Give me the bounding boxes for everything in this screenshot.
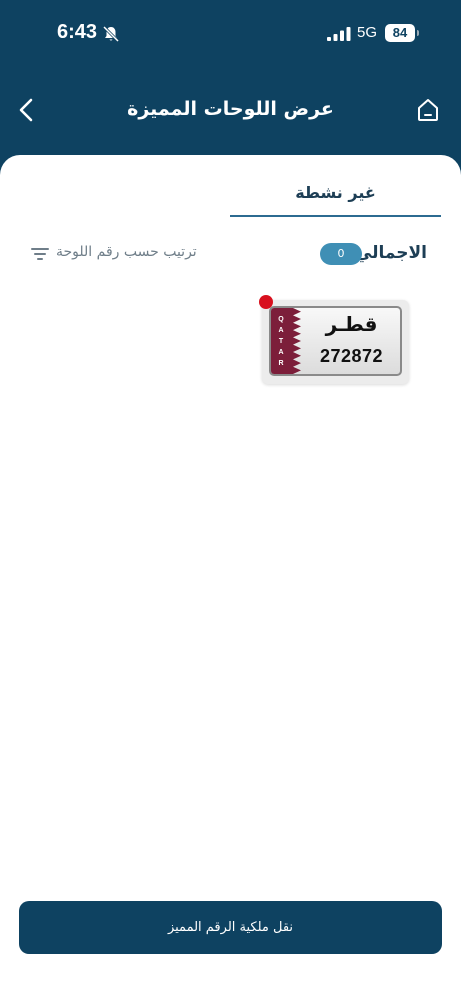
tab-label: غير نشطة [295,183,376,202]
plate-number: 272872 [319,346,384,366]
tab-inactive[interactable]: غير نشطة [230,175,441,217]
plate-country-letters: Q A T A R [274,314,288,369]
plate-letter: T [278,338,284,345]
nav-bar: عرض اللوحات المميزة [0,88,461,132]
status-time: 6:43 [57,21,98,43]
plate-letter: A [278,327,284,334]
plate-letter: R [278,360,284,367]
home-icon[interactable] [416,97,440,123]
plate-letter: Q [278,316,284,323]
status-bar: 6:43 5G 84 [0,18,461,50]
network-type: 5G [357,24,378,41]
tab-underline [230,215,441,217]
plate-card[interactable]: Q A T A R قطـر 272872 [259,295,409,384]
plate-letter: A [278,349,284,356]
bell-muted-icon [102,25,120,43]
transfer-ownership-button[interactable]: نقل ملكية الرقم المميز [19,901,442,954]
total-count-badge: 0 [320,243,362,265]
status-dot [259,295,273,309]
summary-row: الاجمالي 0 ترتيب حسب رقم اللوحة [0,239,461,269]
license-plate: Q A T A R قطـر 272872 [269,306,402,376]
content-sheet: غير نشطة الاجمالي 0 ترتيب حسب رقم اللوحة… [0,155,461,1000]
sort-label: ترتيب حسب رقم اللوحة [56,244,197,260]
signal-icon [327,27,351,41]
filter-lines-icon [31,248,49,260]
plate-serration [293,308,301,374]
battery-indicator: 84 [385,24,419,42]
total-label: الاجمالي [354,243,427,263]
plate-country-arabic: قطـر [325,312,378,336]
page-title: عرض اللوحات المميزة [127,98,334,120]
header: 6:43 5G 84 عرض اللوحات المميزة [0,0,461,175]
